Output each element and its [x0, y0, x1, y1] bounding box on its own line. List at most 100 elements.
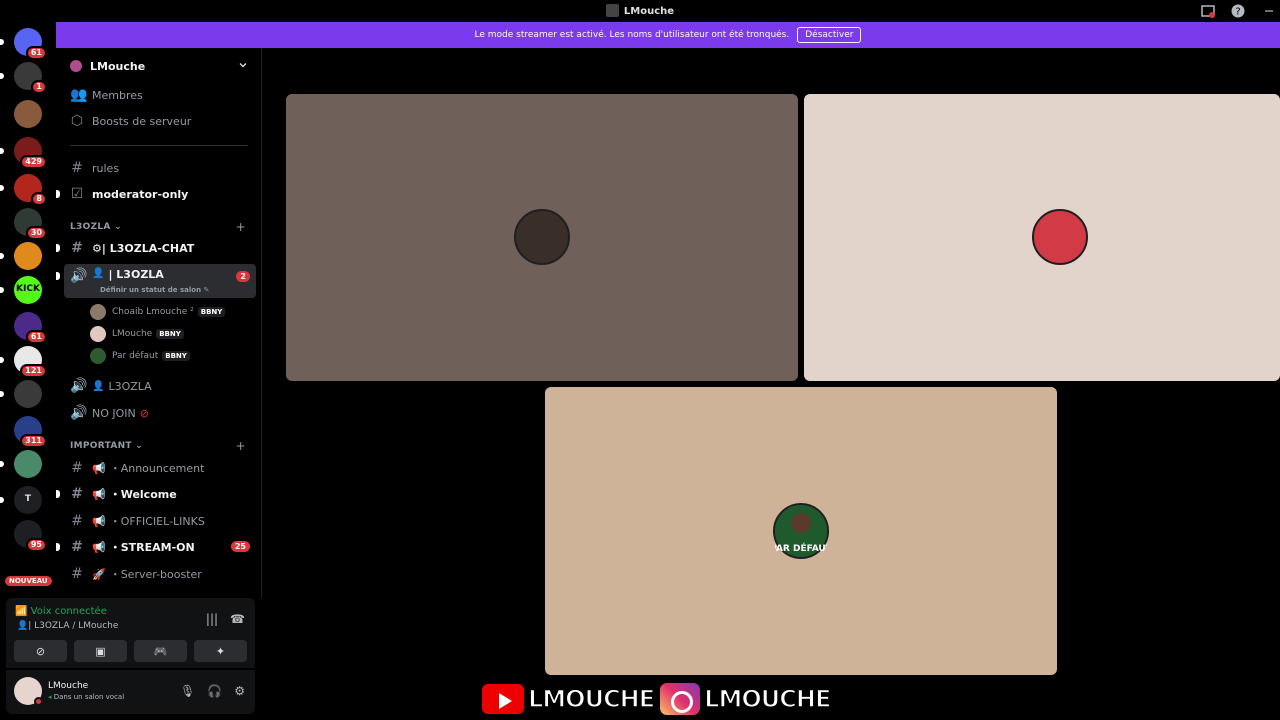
noise-suppression-icon[interactable]: |||	[206, 612, 218, 626]
server-icon[interactable]: 95	[14, 520, 47, 552]
participant-avatar: PAR DÉFAUT	[770, 503, 833, 559]
svg-text:PAR DÉFAUT: PAR DÉFAUT	[775, 542, 827, 554]
server-icon[interactable]: 61	[14, 312, 47, 344]
unread-indicator	[0, 357, 4, 363]
hash-icon: #	[71, 240, 83, 256]
members-link[interactable]: 👥 Membres	[64, 83, 256, 107]
server-icon[interactable]	[0, 380, 42, 408]
video-tile-lmouche[interactable]	[804, 94, 1280, 381]
voice-member[interactable]: Choaib Lmouche ² BBNY	[90, 302, 226, 322]
headphones-icon[interactable]: 🎧	[207, 684, 222, 698]
mention-badge: 311	[20, 434, 47, 448]
server-boosts-link[interactable]: ⬡ Boosts de serveur	[64, 109, 256, 133]
server-icon[interactable]: 30	[14, 208, 47, 240]
speaker-icon: 🔊	[70, 268, 88, 284]
hash-icon: #	[71, 513, 83, 529]
divider	[70, 145, 248, 146]
add-channel-icon[interactable]: +	[236, 220, 246, 234]
soundboard-button[interactable]: ✦	[194, 640, 247, 662]
server-header[interactable]: LMouche	[56, 48, 262, 84]
video-tile-choaib[interactable]	[286, 94, 798, 381]
youtube-icon	[480, 682, 526, 716]
channel-moderator-only[interactable]: ☑ moderator-only	[56, 182, 256, 206]
camera-off-button[interactable]: ⊘	[14, 640, 67, 662]
activities-button[interactable]: 🎮	[134, 640, 187, 662]
server-icon[interactable]: 8	[0, 174, 47, 206]
hash-icon: #	[71, 566, 83, 582]
disable-button[interactable]: Désactiver	[797, 27, 862, 43]
server-icon[interactable]: 429	[0, 137, 47, 169]
channel-server-booster[interactable]: # 🚀 ・Server-booster	[64, 562, 256, 586]
member-tag: BBNY	[162, 351, 190, 361]
unread-indicator	[0, 287, 4, 293]
server-initials: T	[24, 494, 32, 504]
username: LMouche	[48, 681, 89, 691]
mention-badge: 8	[31, 192, 47, 206]
server-icon[interactable]: 1	[0, 62, 47, 94]
server-icon[interactable]: 121	[0, 346, 47, 378]
disconnect-icon[interactable]: ☎	[230, 612, 245, 626]
hash-icon: #	[71, 539, 83, 555]
boost-icon: ⬡	[70, 113, 84, 129]
voice-member[interactable]: Par défaut BBNY	[90, 346, 190, 366]
minimize-icon[interactable]	[1262, 4, 1276, 18]
speaker-icon: 🔊	[70, 405, 88, 421]
megaphone-icon: 📢	[92, 540, 106, 554]
voice-channel-l3ozla[interactable]: 🔊 👤 L3OZLA	[64, 374, 256, 398]
video-tile-par-defaut[interactable]: PAR DÉFAUT	[545, 387, 1057, 675]
channel-sidebar: LMouche 👥 Membres ⬡ Boosts de serveur # rul…	[56, 48, 262, 598]
server-name: LMouche	[90, 59, 146, 73]
text-channel-icon: ☑	[70, 186, 84, 202]
screen-share-button[interactable]: ▣	[74, 640, 127, 662]
voice-status: 📶 Voix connectée	[15, 606, 107, 617]
server-icon[interactable]	[14, 100, 42, 128]
mention-badge: 95	[25, 538, 47, 552]
channel-welcome[interactable]: # 📢 ・Welcome	[56, 482, 256, 506]
unread-indicator	[0, 391, 4, 397]
help-icon[interactable]: ?	[1231, 4, 1245, 18]
channel-officiel-links[interactable]: # 📢 ・OFFICIEL-LINKS	[64, 509, 256, 533]
mention-badge: 429	[20, 155, 47, 169]
app-icon	[605, 4, 619, 17]
unread-count-badge: 25	[230, 541, 250, 552]
unread-count-badge: 2	[236, 271, 250, 282]
server-initials: KICK	[16, 284, 40, 294]
banner-text: Le mode streamer est activé. Les noms d'…	[474, 30, 790, 40]
instagram-icon	[658, 681, 703, 717]
add-channel-icon[interactable]: +	[236, 439, 246, 453]
unread-indicator	[0, 253, 4, 259]
server-icon[interactable]: 61	[0, 28, 47, 60]
channel-status-hint[interactable]: Définir un statut de salon ✎	[100, 286, 209, 294]
settings-gear-icon[interactable]: ⚙	[234, 684, 245, 698]
avatar[interactable]	[14, 677, 43, 706]
channel-l3ozla-chat[interactable]: # ⚙| L3OZLA-CHAT	[56, 236, 256, 260]
voice-channel-no-join[interactable]: 🔊 NO JOIN ⊘	[64, 401, 256, 425]
server-icon[interactable]: 311	[14, 416, 47, 448]
participant-avatar	[514, 209, 570, 265]
category-important[interactable]: IMPORTANT ⌄ +	[64, 439, 256, 457]
channel-announcement[interactable]: # 📢 ・Announcement	[64, 456, 256, 480]
default-avatar-image: PAR DÉFAUT	[770, 505, 833, 557]
microphone-icon[interactable]: 🎙	[180, 684, 195, 698]
server-icon[interactable]	[0, 242, 42, 270]
voice-member[interactable]: LMouche BBNY	[90, 324, 184, 344]
inbox-icon[interactable]	[1201, 4, 1215, 18]
avatar	[90, 326, 106, 342]
unread-indicator	[56, 543, 60, 551]
channel-rules[interactable]: # rules	[64, 156, 256, 180]
server-icon[interactable]: KICK	[0, 276, 42, 304]
unread-indicator	[56, 244, 60, 252]
server-icon[interactable]: T	[0, 486, 42, 514]
hash-icon: #	[71, 460, 83, 476]
new-badge: NOUVEAU	[5, 576, 52, 586]
voice-channel-path[interactable]: 👤| L3OZLA / LMouche	[17, 621, 118, 631]
screen-share-icon: ▣	[95, 644, 106, 658]
signal-icon: 📶	[15, 606, 28, 617]
voice-connection-panel: 📶 Voix connectée 👤| L3OZLA / LMouche |||…	[6, 598, 255, 668]
channel-stream-on[interactable]: # 📢 ・STREAM-ON 25	[56, 535, 256, 559]
voice-channel-l3ozla-active[interactable]: 🔊 👤 | L3OZLA 2 Définir un statut de salo…	[56, 264, 256, 298]
chevron-down-icon	[239, 63, 247, 68]
participant-avatar	[1032, 209, 1088, 265]
server-icon[interactable]	[0, 450, 42, 478]
avatar	[90, 348, 106, 364]
